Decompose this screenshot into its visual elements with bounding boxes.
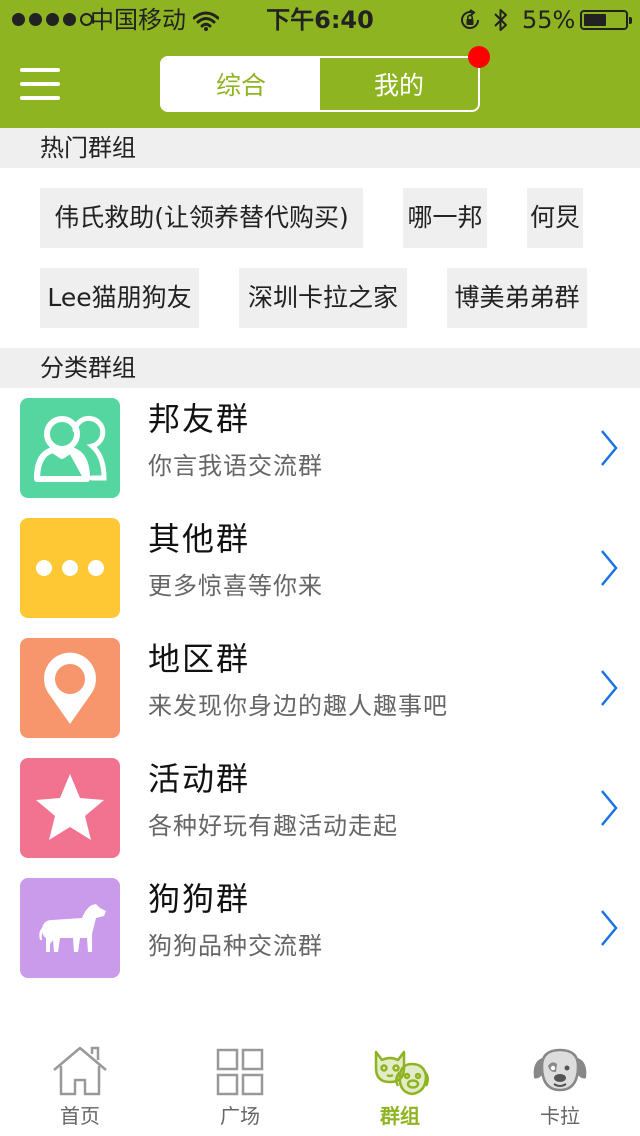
notification-badge xyxy=(468,46,490,68)
bluetooth-icon xyxy=(493,7,509,39)
hot-group-chip[interactable]: 伟氏救助(让领养替代购买) xyxy=(40,188,363,248)
star-icon xyxy=(20,758,120,858)
category-subtitle: 更多惊喜等你来 xyxy=(148,572,323,600)
cat-dog-icon xyxy=(374,1050,429,1096)
more-dots-icon xyxy=(20,518,120,618)
tab-label: 首页 xyxy=(60,1104,100,1128)
hot-group-chip[interactable]: 何炅 xyxy=(527,188,583,248)
category-title: 地区群 xyxy=(148,640,251,678)
category-row-friends[interactable]: 邦友群 你言我语交流群 xyxy=(0,388,640,508)
category-row-activity[interactable]: 活动群 各种好玩有趣活动走起 xyxy=(0,748,640,868)
category-title: 狗狗群 xyxy=(148,880,251,918)
home-icon xyxy=(53,1046,107,1096)
chevron-right-icon xyxy=(601,910,618,946)
category-subtitle: 你言我语交流群 xyxy=(148,452,323,480)
tab-label: 卡拉 xyxy=(540,1104,580,1128)
category-row-region[interactable]: 地区群 来发现你身边的趣人趣事吧 xyxy=(0,628,640,748)
status-bar: 中国移动 下午6:40 55% xyxy=(0,0,640,40)
category-row-dog[interactable]: 狗狗群 狗狗品种交流群 xyxy=(0,868,640,988)
category-title: 其他群 xyxy=(148,520,251,558)
category-row-other[interactable]: 其他群 更多惊喜等你来 xyxy=(0,508,640,628)
tab-all[interactable]: 综合 xyxy=(162,58,320,110)
location-pin-icon xyxy=(20,638,120,738)
hot-group-chip[interactable]: 深圳卡拉之家 xyxy=(239,268,407,328)
category-title: 活动群 xyxy=(148,760,251,798)
tab-bar: 首页 广场 群组 卡拉 xyxy=(0,1040,640,1136)
section-header-hot: 热门群组 xyxy=(0,128,640,168)
friends-icon xyxy=(20,398,120,498)
tab-label: 群组 xyxy=(380,1104,420,1128)
category-subtitle: 各种好玩有趣活动走起 xyxy=(148,812,398,840)
dog-face-icon xyxy=(533,1048,587,1092)
section-header-category: 分类群组 xyxy=(0,348,640,388)
rotation-lock-icon xyxy=(458,8,482,38)
segmented-control: 综合 我的 xyxy=(160,46,490,112)
menu-button[interactable] xyxy=(20,66,60,102)
battery-percent: 55% xyxy=(522,6,576,34)
tab-label: 广场 xyxy=(220,1104,260,1128)
grid-icon xyxy=(216,1048,264,1096)
tab-mine[interactable]: 我的 xyxy=(320,58,478,110)
category-subtitle: 狗狗品种交流群 xyxy=(148,932,323,960)
chevron-right-icon xyxy=(601,430,618,466)
tab-home[interactable]: 首页 xyxy=(0,1040,160,1136)
category-subtitle: 来发现你身边的趣人趣事吧 xyxy=(148,692,448,720)
chevron-right-icon xyxy=(601,790,618,826)
hot-group-chip[interactable]: 哪一邦 xyxy=(403,188,487,248)
hot-group-chip[interactable]: Lee猫朋狗友 xyxy=(40,268,199,328)
app-header: 中国移动 下午6:40 55% 综合 我的 xyxy=(0,0,640,128)
category-title: 邦友群 xyxy=(148,400,251,438)
hamburger-menu-icon xyxy=(20,68,60,72)
dog-icon xyxy=(20,878,120,978)
tab-square[interactable]: 广场 xyxy=(160,1040,320,1136)
tab-groups[interactable]: 群组 xyxy=(320,1040,480,1136)
chevron-right-icon xyxy=(601,550,618,586)
chevron-right-icon xyxy=(601,670,618,706)
battery-icon xyxy=(580,10,632,30)
hot-group-chip[interactable]: 博美弟弟群 xyxy=(447,268,587,328)
tab-kala[interactable]: 卡拉 xyxy=(480,1040,640,1136)
